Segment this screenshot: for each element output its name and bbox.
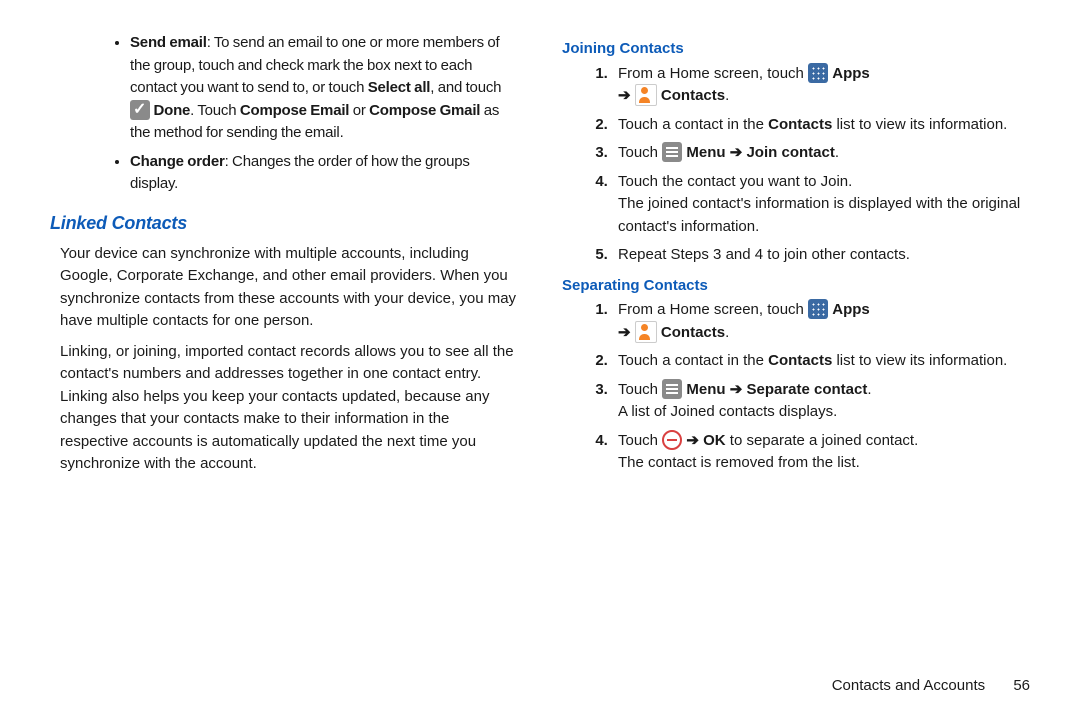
paragraph: Your device can synchronize with multipl… [50,243,518,333]
step: Touch a contact in the Contacts list to … [612,114,1030,137]
text: , and touch [430,79,501,96]
text: A list of Joined contacts displays. [618,403,837,420]
bullet-lead: Send email [130,34,207,51]
text: Touch the contact you want to Join. [618,173,852,190]
text: . [725,87,729,104]
text: list to view its information. [832,116,1007,133]
arrow-icon: ➔ [618,87,631,104]
step: Touch a contact in the Contacts list to … [612,350,1030,373]
step: Touch Menu ➔ Separate contact. A list of… [612,379,1030,424]
text: Touch [618,144,662,161]
text: Touch [618,432,662,449]
ok-label: OK [703,432,726,449]
paragraph: Linking, or joining, imported contact re… [50,341,518,476]
section-name: Contacts and Accounts [832,677,985,694]
text: Repeat Steps 3 and 4 to join other conta… [618,246,910,263]
arrow-icon: ➔ [686,432,699,449]
menu-icon [662,142,682,162]
section-heading-linked: Linked Contacts [50,210,518,237]
contacts-label: Contacts [661,87,725,104]
list-item: Send email: To send an email to one or m… [130,32,518,145]
contacts-label: Contacts [768,352,832,369]
compose-gmail-label: Compose Gmail [369,102,480,119]
select-all-label: Select all [368,79,431,96]
text: From a Home screen, touch [618,301,808,318]
compose-email-label: Compose Email [240,102,349,119]
step: Touch Menu ➔ Join contact. [612,142,1030,165]
text: . [867,381,871,398]
text: From a Home screen, touch [618,65,808,82]
contacts-icon [635,84,657,106]
text: The joined contact's information is disp… [618,195,1020,235]
menu-label: Menu [686,381,725,398]
contacts-icon [635,321,657,343]
menu-icon [662,379,682,399]
arrow-icon: ➔ [730,144,743,161]
step: Touch the contact you want to Join. The … [612,171,1030,239]
subheading-separating: Separating Contacts [562,275,1030,298]
left-column: Send email: To send an email to one or m… [50,32,518,484]
apps-label: Apps [832,65,870,82]
page-footer: Contacts and Accounts 56 [832,677,1030,694]
joining-steps: From a Home screen, touch Apps ➔ Contact… [562,63,1030,267]
remove-icon [662,430,682,450]
bullet-lead: Change order [130,153,225,170]
separate-contact-label: Separate contact [746,381,867,398]
page-content: Send email: To send an email to one or m… [0,0,1080,484]
apps-label: Apps [832,301,870,318]
text: Touch a contact in the [618,352,768,369]
arrow-icon: ➔ [618,324,631,341]
step: Repeat Steps 3 and 4 to join other conta… [612,244,1030,267]
text: . [835,144,839,161]
text: . [725,324,729,341]
step: Touch ➔ OK to separate a joined contact.… [612,430,1030,475]
text: list to view its information. [832,352,1007,369]
step: From a Home screen, touch Apps ➔ Contact… [612,63,1030,108]
separating-steps: From a Home screen, touch Apps ➔ Contact… [562,299,1030,475]
text: . Touch [190,102,240,119]
join-contact-label: Join contact [746,144,834,161]
list-item: Change order: Changes the order of how t… [130,151,518,196]
bullet-list: Send email: To send an email to one or m… [50,32,518,196]
step: From a Home screen, touch Apps ➔ Contact… [612,299,1030,344]
done-label: Done [153,102,190,119]
contacts-label: Contacts [768,116,832,133]
text: The contact is removed from the list. [618,454,860,471]
right-column: Joining Contacts From a Home screen, tou… [562,32,1030,484]
arrow-icon: ➔ [730,381,743,398]
checkmark-icon [130,100,150,120]
contacts-label: Contacts [661,324,725,341]
text: Touch [618,381,662,398]
page-number: 56 [1013,677,1030,694]
apps-icon [808,63,828,83]
text: Touch a contact in the [618,116,768,133]
subheading-joining: Joining Contacts [562,38,1030,61]
text: to separate a joined contact. [726,432,919,449]
apps-icon [808,299,828,319]
text: or [349,102,369,119]
menu-label: Menu [686,144,725,161]
